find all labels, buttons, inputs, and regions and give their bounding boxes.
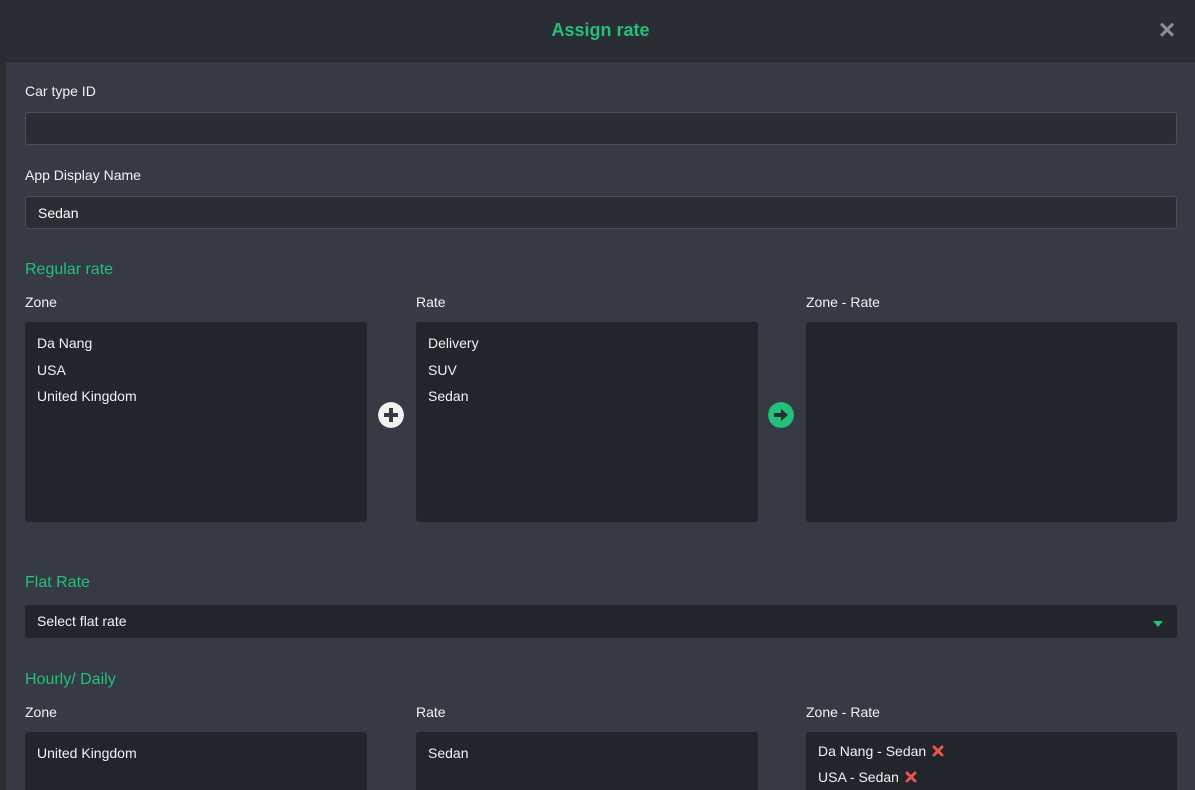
list-item[interactable]: Sedan: [428, 383, 758, 410]
zone-rate-pair-label: Da Nang - Sedan: [818, 743, 927, 759]
app-display-name-label: App Display Name: [25, 167, 141, 183]
hourly-rate-label: Rate: [416, 704, 446, 720]
flat-rate-select-value: Select flat rate: [37, 613, 127, 629]
regular-rate-list[interactable]: Delivery SUV Sedan: [416, 322, 758, 522]
add-icon[interactable]: [378, 402, 404, 428]
hourly-zone-label: Zone: [25, 704, 57, 720]
list-item[interactable]: Da Nang: [37, 330, 367, 357]
remove-icon[interactable]: [932, 745, 944, 757]
list-item: Da Nang - Sedan: [818, 738, 1177, 764]
list-item[interactable]: Sedan: [428, 740, 758, 767]
list-item: USA - Sedan: [818, 764, 1177, 790]
zone-rate-pair-label: USA - Sedan: [818, 769, 899, 785]
modal-title: Assign rate: [551, 20, 650, 40]
list-item[interactable]: United Kingdom: [37, 740, 367, 767]
close-icon[interactable]: ×: [1155, 16, 1179, 44]
regular-rate-title: Regular rate: [25, 261, 114, 278]
modal-header: Assign rate ×: [6, 0, 1195, 62]
hourly-rate-list[interactable]: Sedan: [416, 732, 758, 790]
regular-zone-label: Zone: [25, 294, 57, 310]
list-item[interactable]: SUV: [428, 357, 758, 384]
car-type-id-input[interactable]: [25, 112, 1177, 145]
assign-rate-modal: Assign rate × Car type ID App Display Na…: [6, 0, 1195, 790]
regular-zone-rate-list[interactable]: [806, 322, 1177, 522]
hourly-zone-list[interactable]: United Kingdom: [25, 732, 367, 790]
hourly-zone-rate-list[interactable]: Da Nang - Sedan USA - Sedan: [806, 732, 1177, 790]
regular-rate-label: Rate: [416, 294, 446, 310]
regular-zone-list[interactable]: Da Nang USA United Kingdom: [25, 322, 367, 522]
list-item[interactable]: USA: [37, 357, 367, 384]
arrow-right-circle-icon[interactable]: [768, 402, 794, 428]
car-type-id-label: Car type ID: [25, 83, 96, 99]
hourly-zone-rate-label: Zone - Rate: [806, 704, 880, 720]
regular-zone-rate-label: Zone - Rate: [806, 294, 880, 310]
list-item[interactable]: Delivery: [428, 330, 758, 357]
list-item[interactable]: United Kingdom: [37, 383, 367, 410]
app-display-name-input[interactable]: [25, 196, 1177, 229]
hourly-daily-title: Hourly/ Daily: [25, 671, 116, 688]
caret-down-icon: [1153, 621, 1163, 627]
flat-rate-title: Flat Rate: [25, 574, 90, 591]
remove-icon[interactable]: [905, 771, 917, 783]
flat-rate-select[interactable]: Select flat rate: [25, 605, 1177, 638]
